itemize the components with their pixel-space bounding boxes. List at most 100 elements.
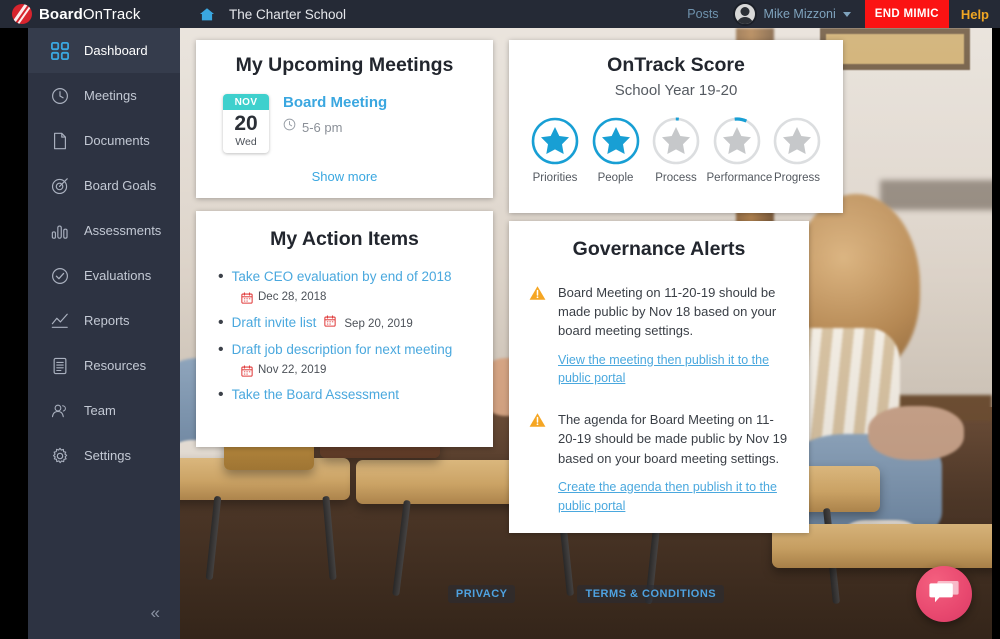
home-icon[interactable] <box>199 7 215 21</box>
sidebar-item-documents[interactable]: Documents <box>28 118 180 163</box>
star-label: Process <box>655 172 697 184</box>
sidebar: Dashboard Meetings Documents Board Goals <box>28 28 180 639</box>
meeting-month: NOV <box>223 94 269 110</box>
score-star-priorities[interactable]: Priorities <box>525 117 585 184</box>
list-item: • Draft job description for next meeting… <box>218 342 493 377</box>
meeting-date-badge: NOV 20 Wed <box>223 94 269 153</box>
brand-name-rest: OnTrack <box>82 5 141 23</box>
sidebar-item-reports[interactable]: Reports <box>28 298 180 343</box>
alert-item: Board Meeting on 11-20-19 should be made… <box>509 283 809 388</box>
footer: PRIVACY TERMS & CONDITIONS <box>180 585 992 603</box>
alert-item: The agenda for Board Meeting on 11-20-19… <box>509 410 809 515</box>
alert-body: Board Meeting on 11-20-19 should be made… <box>558 283 789 388</box>
clock-icon <box>51 87 69 105</box>
alert-action-link[interactable]: Create the agenda then publish it to the… <box>558 478 789 516</box>
action-item-date: Sep 20, 2019 <box>344 318 413 330</box>
sidebar-item-resources[interactable]: Resources <box>28 343 180 388</box>
sidebar-item-label: Assessments <box>84 223 162 238</box>
avatar[interactable] <box>732 2 757 26</box>
star-label: People <box>597 172 634 184</box>
breadcrumb: The Charter School <box>229 6 347 22</box>
brand-logo[interactable]: BoardOnTrack <box>0 0 180 28</box>
sidebar-item-label: Settings <box>84 448 131 463</box>
sidebar-item-board-goals[interactable]: Board Goals <box>28 163 180 208</box>
privacy-link[interactable]: PRIVACY <box>447 585 516 603</box>
sidebar-item-team[interactable]: Team <box>28 388 180 433</box>
photo-child-right-hand <box>868 406 964 460</box>
grid-icon <box>51 41 69 60</box>
score-stars: Priorities People Process Performance Pr… <box>509 117 843 184</box>
action-item-date: Dec 28, 2018 <box>258 291 327 303</box>
action-item-line: • Draft invite list Sep 20, 2019 <box>218 314 493 331</box>
bullet-icon: • <box>218 386 224 403</box>
action-item-line: • Draft job description for next meeting <box>218 342 493 358</box>
calendar-icon <box>241 291 253 304</box>
star-ring <box>592 117 640 165</box>
alert-text: The agenda for Board Meeting on 11-20-19… <box>558 412 788 466</box>
action-item-link[interactable]: Take CEO evaluation by end of 2018 <box>232 269 452 284</box>
ontrack-score-card: OnTrack Score School Year 19-20 Prioriti… <box>509 40 843 213</box>
user-name[interactable]: Mike Mizzoni <box>764 7 836 21</box>
sidebar-item-label: Evaluations <box>84 268 152 283</box>
terms-link[interactable]: TERMS & CONDITIONS <box>577 585 725 603</box>
action-item-link[interactable]: Take the Board Assessment <box>232 387 399 402</box>
action-item-link[interactable]: Draft job description for next meeting <box>232 342 453 357</box>
star-label: Priorities <box>532 172 578 184</box>
show-more-link[interactable]: Show more <box>196 169 493 184</box>
star-label: Progress <box>773 172 821 184</box>
warning-icon <box>529 285 546 301</box>
card-title: My Action Items <box>270 228 419 250</box>
help-link[interactable]: Help <box>949 7 1000 22</box>
sidebar-item-label: Dashboard <box>84 43 148 58</box>
brand-name: BoardOnTrack <box>39 6 141 23</box>
star-ring <box>712 117 761 165</box>
sidebar-item-settings[interactable]: Settings <box>28 433 180 478</box>
meeting-name-link[interactable]: Board Meeting <box>283 94 387 111</box>
sidebar-item-label: Resources <box>84 358 147 373</box>
photo-picture-frame-2 <box>880 180 992 210</box>
star-label: Performance <box>706 172 773 184</box>
action-items-list: • Take CEO evaluation by end of 2018 Dec… <box>218 269 493 403</box>
list-item: • Take the Board Assessment <box>218 387 493 403</box>
sidebar-item-assessments[interactable]: Assessments <box>28 208 180 253</box>
governance-alerts-card: Governance Alerts Board Meeting on 11-20… <box>509 221 809 533</box>
top-bar: BoardOnTrack The Charter School Posts Mi… <box>0 0 1000 28</box>
document-icon <box>51 132 69 150</box>
right-gutter <box>992 28 1000 639</box>
sidebar-item-label: Team <box>84 403 116 418</box>
star-ring <box>773 117 821 165</box>
clock-icon <box>283 118 296 136</box>
sidebar-item-label: Reports <box>84 313 130 328</box>
sidebar-item-dashboard[interactable]: Dashboard <box>28 28 180 73</box>
score-star-people[interactable]: People <box>586 117 646 184</box>
score-star-performance[interactable]: Performance <box>706 117 773 184</box>
list-item: • Take CEO evaluation by end of 2018 Dec… <box>218 268 493 304</box>
card-title: Governance Alerts <box>572 238 746 260</box>
posts-link[interactable]: Posts <box>687 7 718 21</box>
list-doc-icon <box>51 357 69 375</box>
list-item: • Draft invite list Sep 20, 2019 <box>218 314 493 331</box>
sidebar-item-meetings[interactable]: Meetings <box>28 73 180 118</box>
score-star-process[interactable]: Process <box>646 117 706 184</box>
boardontrack-logo-icon <box>12 4 32 24</box>
bar-chart-icon <box>51 222 69 240</box>
chat-widget-button[interactable] <box>916 566 972 622</box>
line-chart-icon <box>51 312 69 330</box>
card-title: My Upcoming Meetings <box>235 54 454 76</box>
alert-text: Board Meeting on 11-20-19 should be made… <box>558 285 777 339</box>
star-ring <box>652 117 700 165</box>
star-ring <box>531 117 579 165</box>
upcoming-meetings-card: My Upcoming Meetings NOV 20 Wed Board Me… <box>196 40 493 198</box>
meeting-row: NOV 20 Wed Board Meeting 5-6 pm <box>223 94 493 153</box>
bullet-icon: • <box>218 268 224 285</box>
end-mimic-button[interactable]: END MIMIC <box>864 0 949 28</box>
action-item-link[interactable]: Draft invite list <box>232 315 317 330</box>
alert-body: The agenda for Board Meeting on 11-20-19… <box>558 410 789 515</box>
score-star-progress[interactable]: Progress <box>767 117 827 184</box>
sidebar-collapse-button[interactable]: « <box>151 604 160 621</box>
alert-action-link[interactable]: View the meeting then publish it to the … <box>558 351 789 389</box>
calendar-icon <box>241 364 253 377</box>
chevron-down-icon[interactable] <box>842 11 851 17</box>
meeting-day: 20 <box>234 112 258 135</box>
sidebar-item-evaluations[interactable]: Evaluations <box>28 253 180 298</box>
